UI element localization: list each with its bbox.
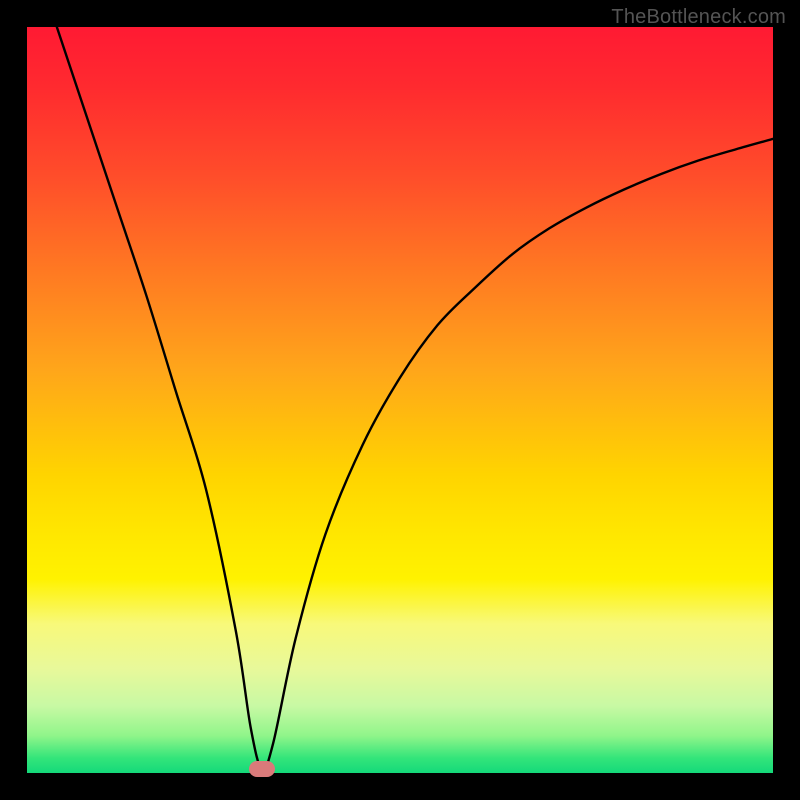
plot-area (27, 27, 773, 773)
bottleneck-curve (57, 27, 773, 770)
chart-frame: TheBottleneck.com (0, 0, 800, 800)
curve-layer (27, 27, 773, 773)
attribution-text: TheBottleneck.com (611, 6, 786, 29)
optimal-point-marker (249, 761, 275, 777)
